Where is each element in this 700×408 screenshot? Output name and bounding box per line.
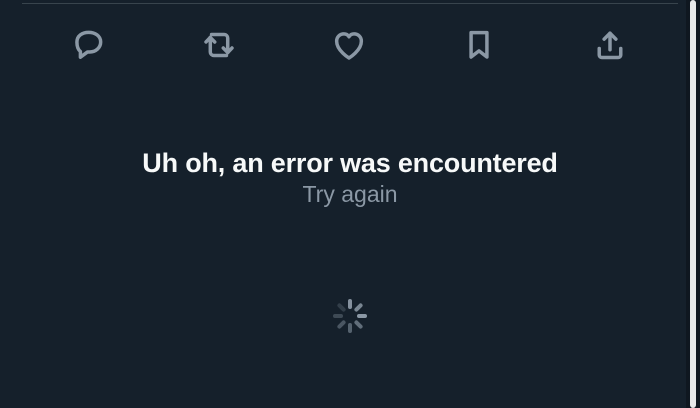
heart-icon [334, 32, 364, 60]
top-divider [22, 3, 678, 4]
comment-icon [75, 30, 103, 59]
error-title: Uh oh, an error was encountered [142, 148, 558, 178]
error-message-block: Uh oh, an error was encountered Try agai… [0, 146, 700, 208]
bookmark-icon [469, 30, 489, 59]
share-button[interactable] [587, 22, 633, 68]
retweet-icon [204, 32, 234, 58]
reply-button[interactable] [65, 22, 111, 68]
loading-spinner [331, 297, 369, 335]
tweet-action-bar [0, 22, 686, 68]
bookmark-button[interactable] [456, 22, 502, 68]
share-icon [597, 31, 623, 60]
retweet-button[interactable] [196, 22, 242, 68]
like-button[interactable] [326, 22, 372, 68]
try-again-link[interactable]: Try again [302, 180, 397, 208]
spinner-icon [333, 299, 367, 333]
scrollbar-thumb[interactable] [690, 0, 696, 408]
